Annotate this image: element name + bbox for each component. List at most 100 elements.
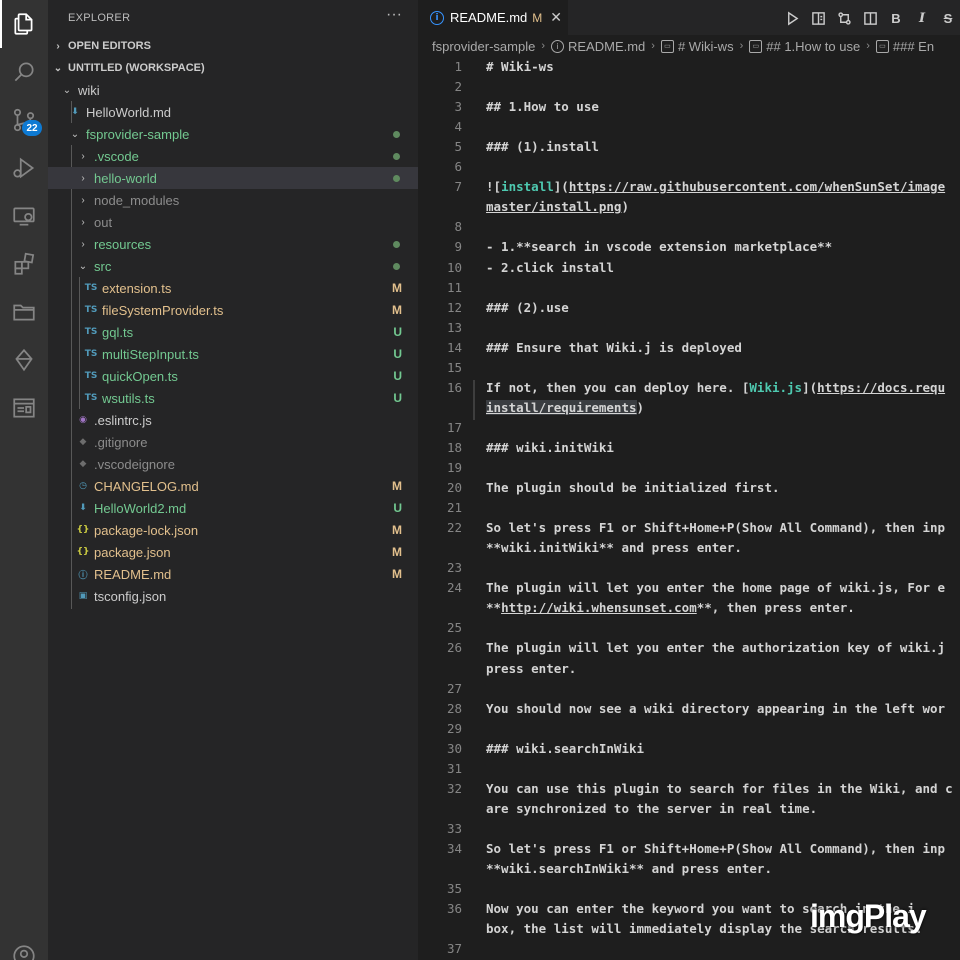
code-editor[interactable]: 1 # Wiki-ws 2 3 ## 1.How to use 4 5 ### (1).ins…: [418, 57, 960, 960]
breadcrumb-heading-1[interactable]: # Wiki-ws: [678, 39, 734, 54]
git-status-badge: M: [392, 303, 402, 317]
heading-symbol-icon: ▭: [749, 39, 763, 53]
tree-item-label: hello-world: [94, 170, 157, 186]
line-number: 19: [446, 460, 462, 475]
open-preview-side-icon[interactable]: [809, 9, 827, 27]
code-line[interactable]: **http://wiki.whensunset.com**, then pre…: [486, 600, 855, 615]
code-line[interactable]: ### (2).use: [486, 300, 569, 315]
code-line[interactable]: ![install](https://raw.githubusercontent…: [486, 179, 945, 194]
changelog-file-icon: ◷: [79, 481, 87, 491]
line-number: 37: [446, 941, 462, 957]
line-number: 20: [446, 480, 462, 496]
line-number: 33: [446, 820, 462, 836]
line-number: 5: [454, 139, 462, 155]
git-status-badge: U: [393, 347, 402, 361]
italic-button[interactable]: I: [913, 9, 931, 27]
tree-item[interactable]: {} package-lock.json M: [48, 519, 418, 541]
breadcrumb-file[interactable]: README.md: [568, 39, 645, 54]
code-line[interactable]: press enter.: [486, 661, 576, 676]
code-line[interactable]: The plugin will let you enter the author…: [486, 640, 945, 655]
breadcrumb-heading-2[interactable]: ## 1.How to use: [766, 39, 860, 54]
tree-item[interactable]: ⓘ README.md M: [48, 563, 418, 585]
line-number: 32: [446, 780, 462, 796]
split-editor-icon[interactable]: [861, 9, 879, 27]
close-icon[interactable]: ✕: [550, 9, 562, 26]
breadcrumb-folder[interactable]: fsprovider-sample: [432, 39, 535, 54]
code-line[interactable]: ### wiki.initWiki: [486, 440, 614, 455]
typescript-file-icon: TS: [84, 393, 98, 403]
chevron-right-icon: ›: [81, 172, 85, 184]
code-line[interactable]: You can use this plugin to search for fi…: [486, 781, 953, 796]
markdown-file-icon: ⬇: [71, 107, 79, 117]
tree-item[interactable]: ◆ .vscodeignore: [48, 453, 418, 475]
more-actions-icon[interactable]: ···: [386, 6, 402, 24]
line-number: 6: [454, 159, 462, 175]
code-line[interactable]: are synchronized to the server in real t…: [486, 801, 817, 816]
tree-item[interactable]: TS gql.ts U: [48, 321, 418, 343]
search-icon[interactable]: [0, 48, 48, 96]
code-line[interactable]: If not, then you can deploy here. [Wiki.…: [486, 380, 945, 395]
account-icon[interactable]: [0, 932, 48, 960]
tree-item[interactable]: TS multiStepInput.ts U: [48, 343, 418, 365]
tree-item[interactable]: ◷ CHANGELOG.md M: [48, 475, 418, 497]
tree-item[interactable]: › .vscode: [48, 145, 418, 167]
bold-button[interactable]: B: [887, 9, 905, 27]
open-editors-section[interactable]: › OPEN EDITORS: [48, 35, 418, 57]
code-line[interactable]: ### wiki.searchInWiki: [486, 741, 644, 756]
code-line[interactable]: **wiki.searchInWiki** and press enter.: [486, 861, 772, 876]
tab-readme[interactable]: i README.md M ✕: [418, 0, 568, 35]
chevron-right-icon: ›: [56, 40, 60, 52]
tree-item[interactable]: › hello-world: [48, 167, 418, 189]
code-line[interactable]: master/install.png): [486, 199, 629, 214]
code-line[interactable]: The plugin should be initialized first.: [486, 480, 780, 495]
tsconfig-file-icon: ▣: [78, 591, 88, 601]
line-number: 23: [446, 560, 462, 576]
code-line[interactable]: - 2.click install: [486, 260, 614, 275]
tree-item[interactable]: ⌄ fsprovider-sample: [48, 123, 418, 145]
code-line[interactable]: install/requirements): [486, 399, 644, 415]
breadcrumb-heading-3[interactable]: ### En: [893, 39, 934, 54]
code-line[interactable]: You should now see a wiki directory appe…: [486, 701, 945, 716]
line-number: 1: [454, 59, 462, 74]
compare-changes-icon[interactable]: [835, 9, 853, 27]
markdown-file-icon: ⬇: [79, 503, 87, 513]
tree-item[interactable]: TS fileSystemProvider.ts M: [48, 299, 418, 321]
tree-item[interactable]: ◉ .eslintrc.js: [48, 409, 418, 431]
tab-label: README.md: [450, 10, 528, 25]
tree-item[interactable]: ◆ .gitignore: [48, 431, 418, 453]
tree-item[interactable]: › node_modules: [48, 189, 418, 211]
code-line[interactable]: - 1.**search in vscode extension marketp…: [486, 239, 832, 254]
code-line[interactable]: So let's press F1 or Shift+Home+P(Show A…: [486, 520, 945, 535]
tree-item[interactable]: ▣ tsconfig.json: [48, 585, 418, 607]
code-line[interactable]: The plugin will let you enter the home p…: [486, 580, 945, 595]
preview-run-icon[interactable]: [783, 9, 801, 27]
tree-item[interactable]: ⬇ HelloWorld2.md U: [48, 497, 418, 519]
tree-item[interactable]: ⬇ HelloWorld.md: [48, 101, 418, 123]
extensions-icon[interactable]: [0, 240, 48, 288]
code-line[interactable]: ### (1).install: [486, 139, 599, 154]
explorer-icon[interactable]: [0, 0, 48, 48]
wiki-icon[interactable]: [0, 384, 48, 432]
tree-item[interactable]: ⌄ wiki: [48, 79, 418, 101]
tree-item[interactable]: › resources: [48, 233, 418, 255]
tree-item[interactable]: TS extension.ts M: [48, 277, 418, 299]
tree-item[interactable]: TS wsutils.ts U: [48, 387, 418, 409]
code-line[interactable]: ## 1.How to use: [486, 99, 599, 114]
folder-icon[interactable]: [0, 288, 48, 336]
source-control-icon[interactable]: [0, 96, 48, 144]
workspace-section[interactable]: ⌄ UNTITLED (WORKSPACE): [48, 57, 418, 79]
tree-item[interactable]: {} package.json M: [48, 541, 418, 563]
remote-explorer-icon[interactable]: [0, 192, 48, 240]
code-line[interactable]: **wiki.initWiki** and press enter.: [486, 540, 742, 555]
timeline-icon[interactable]: [0, 336, 48, 384]
run-debug-icon[interactable]: [0, 144, 48, 192]
code-line[interactable]: So let's press F1 or Shift+Home+P(Show A…: [486, 841, 945, 856]
code-line[interactable]: # Wiki-ws: [486, 59, 554, 74]
tree-item[interactable]: › out: [48, 211, 418, 233]
tree-item-label: package.json: [94, 544, 171, 560]
line-number: 9: [454, 239, 462, 255]
code-line[interactable]: ### Ensure that Wiki.j is deployed: [486, 340, 742, 355]
tree-item[interactable]: TS quickOpen.ts U: [48, 365, 418, 387]
strikethrough-button[interactable]: S: [939, 9, 957, 27]
tree-item[interactable]: ⌄ src: [48, 255, 418, 277]
